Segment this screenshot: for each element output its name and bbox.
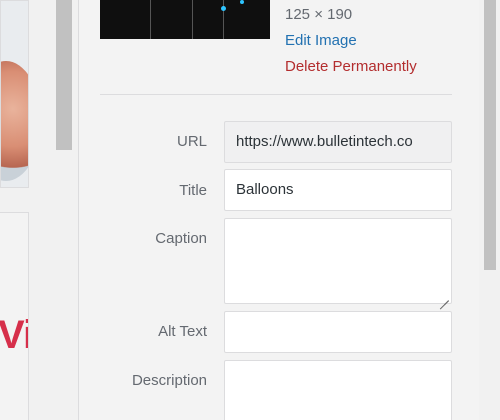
title-field[interactable]: Balloons [224,169,452,211]
attachment-thumbnail [100,0,270,39]
media-grid-column: Vi [0,0,30,420]
delete-permanently-link[interactable]: Delete Permanently [285,58,417,75]
media-modal: Vi 125 × 190 Edit Image Delete Permanent… [0,0,500,420]
media-thumbnail-hand[interactable] [0,0,29,188]
alt-text-label: Alt Text [158,323,207,340]
url-field[interactable]: https://www.bulletintech.co [224,121,452,163]
alt-text-field[interactable] [224,311,452,353]
details-separator [100,94,452,95]
edit-image-link[interactable]: Edit Image [285,32,357,49]
caption-label: Caption [155,230,207,247]
description-textarea[interactable] [224,360,452,420]
panel-scrollbar-thumb[interactable] [484,0,496,270]
thumbnail-logo-text: Vi [0,313,28,357]
media-thumbnail-logo[interactable]: Vi [0,212,29,420]
caption-textarea[interactable] [224,218,452,304]
attachment-details-panel: 125 × 190 Edit Image Delete Permanently … [79,0,479,420]
url-label: URL [176,133,207,150]
media-grid-scrollbar-thumb[interactable] [56,0,72,150]
title-label: Title [179,182,207,199]
description-label: Description [131,372,207,389]
resize-grip-icon[interactable] [439,291,449,301]
hand-image [1,61,28,181]
attachment-dimensions: 125 × 190 [285,6,353,23]
